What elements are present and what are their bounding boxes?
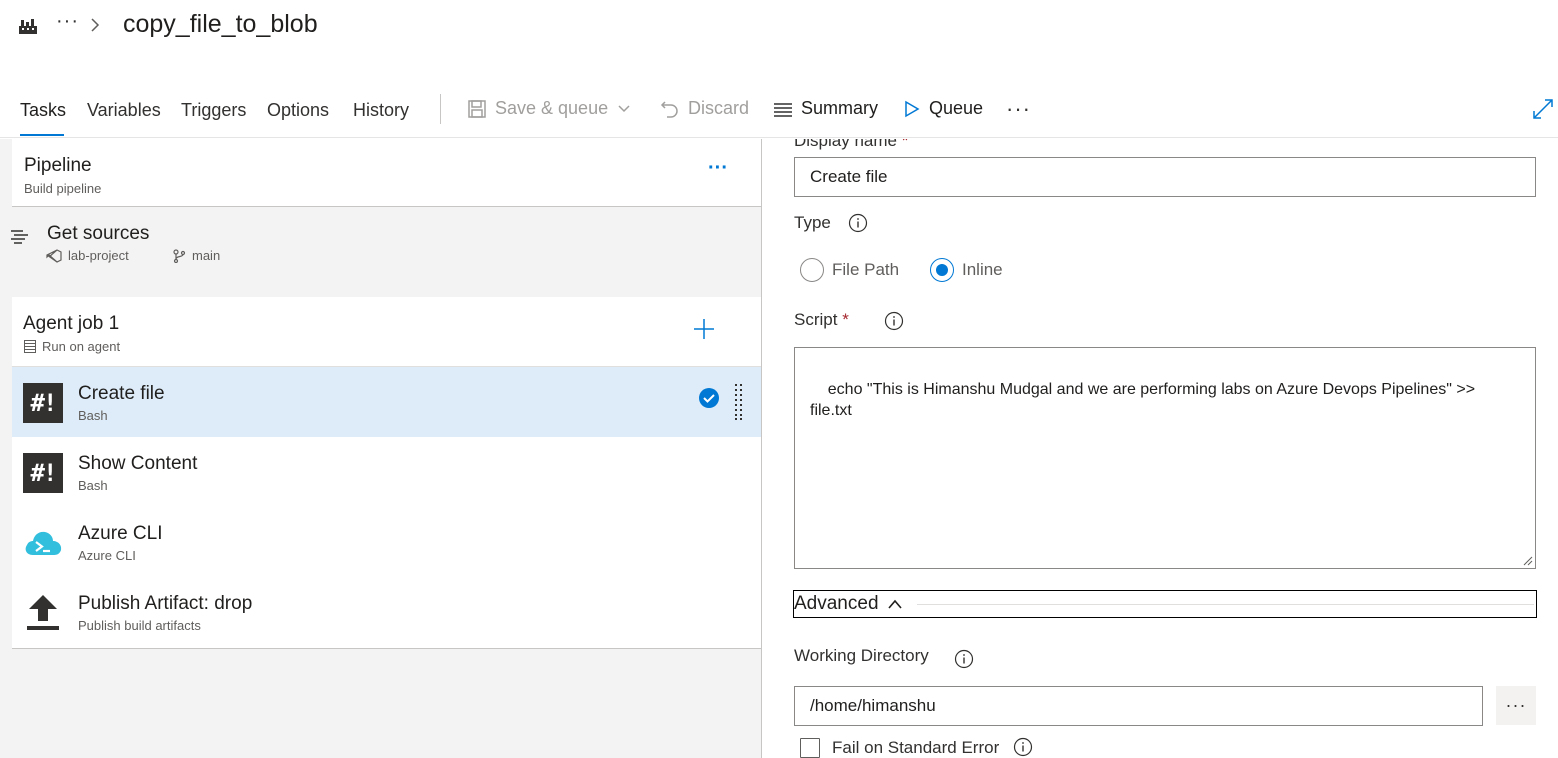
get-sources-icon — [11, 230, 28, 244]
chevron-down-icon — [618, 104, 630, 112]
script-text: echo "This is Himanshu Mudgal and we are… — [810, 381, 1476, 419]
check-circle-icon[interactable] — [698, 387, 720, 409]
agent-job-subtitle-row: Run on agent — [24, 339, 120, 354]
working-directory-label: Working Directory — [794, 646, 929, 665]
tab-options[interactable]: Options — [267, 100, 329, 121]
repo-icon — [46, 248, 62, 263]
browse-button[interactable]: ··· — [1496, 686, 1536, 725]
job-list: Agent job 1 Run on agent #! Create file … — [12, 297, 762, 649]
task-publish-artifact[interactable]: Publish Artifact: drop Publish build art… — [12, 577, 762, 647]
agent-job-title: Agent job 1 — [23, 313, 120, 334]
save-icon — [468, 99, 486, 118]
task-details-panel: Display name * Create file Type File Pat… — [762, 139, 1558, 758]
advanced-divider-line — [916, 603, 1534, 605]
display-name-label-text: Display name — [794, 139, 897, 150]
get-sources-node[interactable]: Get sources lab-project main — [0, 207, 762, 297]
type-file-path-label[interactable]: File Path — [832, 260, 899, 280]
task-title: Create file — [78, 383, 165, 404]
info-icon[interactable] — [1013, 737, 1033, 757]
get-sources-title: Get sources — [47, 223, 150, 244]
info-icon[interactable] — [954, 649, 974, 669]
required-mark: * — [842, 310, 849, 329]
tab-triggers[interactable]: Triggers — [181, 100, 246, 121]
play-icon — [905, 100, 920, 117]
task-title: Show Content — [78, 453, 198, 474]
type-file-path-radio[interactable] — [800, 258, 824, 282]
resize-handle-icon[interactable] — [1523, 556, 1533, 566]
summary-button[interactable]: Summary — [773, 98, 878, 119]
agent-job-node[interactable]: Agent job 1 Run on agent — [12, 297, 762, 367]
page-title: copy_file_to_blob — [123, 10, 318, 38]
display-name-value: Create file — [810, 167, 888, 186]
list-icon — [774, 102, 792, 117]
task-subtitle: Bash — [78, 478, 108, 493]
server-icon — [24, 340, 36, 353]
tab-variables[interactable]: Variables — [87, 100, 161, 121]
script-label: Script * — [794, 310, 849, 330]
toolbar-separator — [440, 94, 441, 124]
page-header: ··· copy_file_to_blob — [0, 0, 1558, 56]
pipeline-title: Pipeline — [24, 155, 92, 176]
fail-on-stderr-checkbox[interactable] — [800, 738, 820, 758]
repository-name: lab-project — [68, 248, 129, 263]
tab-history[interactable]: History — [353, 100, 409, 121]
task-title: Publish Artifact: drop — [78, 593, 253, 614]
type-inline-radio[interactable] — [930, 258, 954, 282]
toolbar-more-button[interactable]: ··· — [1006, 96, 1031, 122]
task-title: Azure CLI — [78, 523, 163, 544]
display-name-label: Display name * — [794, 139, 908, 151]
summary-label: Summary — [801, 98, 879, 118]
advanced-label: Advanced — [794, 593, 879, 614]
pipeline-icon[interactable] — [18, 16, 38, 36]
agent-job-subtitle: Run on agent — [42, 339, 121, 354]
azure-cli-icon — [25, 531, 62, 555]
pipeline-more-button[interactable]: ··· — [708, 157, 728, 180]
script-label-text: Script — [794, 310, 838, 329]
branch-icon — [173, 248, 186, 263]
branch-info: main — [172, 248, 220, 263]
required-mark: * — [901, 139, 909, 150]
upload-icon — [27, 595, 59, 630]
pipeline-tree-panel: Pipeline Build pipeline ··· Get sources … — [0, 139, 762, 758]
repository-info: lab-project — [46, 248, 129, 263]
pipeline-node[interactable]: Pipeline Build pipeline ··· — [12, 139, 762, 207]
drag-handle-icon[interactable] — [734, 383, 744, 421]
discard-button[interactable]: Discard — [660, 98, 749, 119]
undo-icon — [660, 100, 678, 118]
task-subtitle: Publish build artifacts — [78, 618, 201, 633]
info-icon[interactable] — [848, 213, 868, 233]
add-task-icon[interactable] — [692, 317, 716, 341]
advanced-section-toggle[interactable]: Advanced — [793, 590, 1537, 618]
save-queue-label: Save & queue — [495, 98, 609, 118]
display-name-input[interactable]: Create file — [794, 157, 1536, 197]
task-create-file[interactable]: #! Create file Bash — [12, 367, 762, 437]
task-azure-cli[interactable]: Azure CLI Azure CLI — [12, 507, 762, 577]
queue-button[interactable]: Queue — [903, 98, 983, 119]
breadcrumb-more-button[interactable]: ··· — [56, 10, 79, 33]
task-show-content[interactable]: #! Show Content Bash — [12, 437, 762, 507]
task-subtitle: Azure CLI — [78, 548, 136, 563]
chevron-up-icon — [887, 599, 902, 609]
bash-icon: #! — [23, 383, 63, 423]
type-label: Type — [794, 213, 831, 232]
save-queue-button[interactable]: Save & queue — [467, 98, 632, 119]
branch-name: main — [192, 248, 221, 263]
working-directory-input[interactable]: /home/himanshu — [794, 686, 1483, 726]
toolbar: Tasks Variables Triggers Options History… — [0, 88, 1558, 138]
type-inline-label[interactable]: Inline — [962, 260, 1003, 280]
tab-tasks[interactable]: Tasks — [20, 100, 66, 121]
task-subtitle: Bash — [78, 408, 108, 423]
active-tab-indicator — [20, 134, 64, 136]
pipeline-subtitle: Build pipeline — [24, 181, 102, 196]
bash-icon: #! — [23, 453, 63, 493]
working-directory-value: /home/himanshu — [810, 696, 936, 715]
fail-on-stderr-label[interactable]: Fail on Standard Error — [832, 738, 999, 758]
chevron-right-icon — [91, 18, 100, 32]
script-textarea[interactable]: echo "This is Himanshu Mudgal and we are… — [794, 347, 1536, 569]
expand-icon[interactable] — [1532, 98, 1554, 120]
discard-label: Discard — [688, 98, 750, 118]
info-icon[interactable] — [884, 311, 904, 331]
queue-label: Queue — [929, 98, 984, 118]
